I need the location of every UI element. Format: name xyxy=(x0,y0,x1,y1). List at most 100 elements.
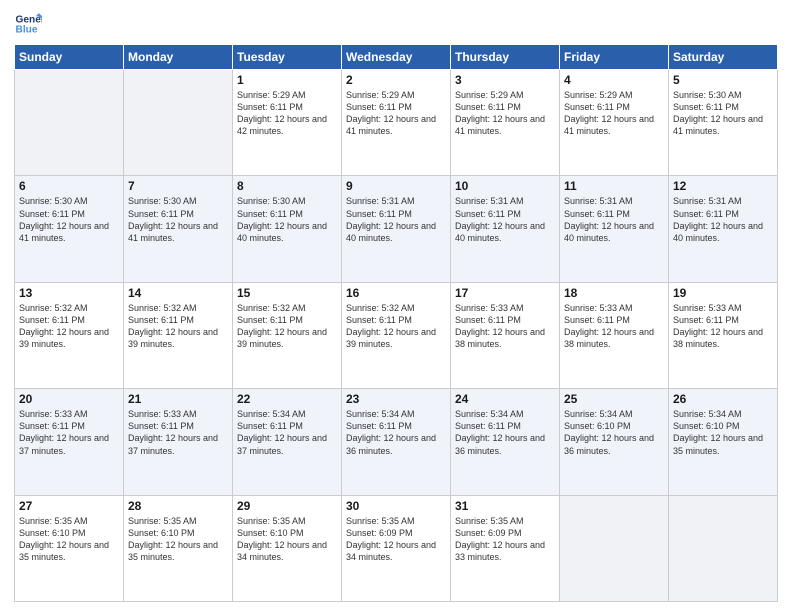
day-info: Sunrise: 5:30 AM Sunset: 6:11 PM Dayligh… xyxy=(128,195,228,244)
day-number: 27 xyxy=(19,499,119,513)
day-number: 10 xyxy=(455,179,555,193)
calendar-cell: 8 Sunrise: 5:30 AM Sunset: 6:11 PM Daylig… xyxy=(233,176,342,282)
calendar-cell: 10 Sunrise: 5:31 AM Sunset: 6:11 PM Dayli… xyxy=(451,176,560,282)
calendar-cell: 24 Sunrise: 5:34 AM Sunset: 6:11 PM Dayli… xyxy=(451,389,560,495)
logo: General Blue xyxy=(14,10,46,38)
day-number: 2 xyxy=(346,73,446,87)
day-number: 14 xyxy=(128,286,228,300)
day-number: 7 xyxy=(128,179,228,193)
day-info: Sunrise: 5:35 AM Sunset: 6:10 PM Dayligh… xyxy=(19,515,119,564)
day-number: 31 xyxy=(455,499,555,513)
day-info: Sunrise: 5:29 AM Sunset: 6:11 PM Dayligh… xyxy=(564,89,664,138)
calendar-cell: 17 Sunrise: 5:33 AM Sunset: 6:11 PM Dayli… xyxy=(451,282,560,388)
day-info: Sunrise: 5:32 AM Sunset: 6:11 PM Dayligh… xyxy=(128,302,228,351)
day-number: 4 xyxy=(564,73,664,87)
calendar-cell: 28 Sunrise: 5:35 AM Sunset: 6:10 PM Dayli… xyxy=(124,495,233,601)
calendar-cell: 9 Sunrise: 5:31 AM Sunset: 6:11 PM Daylig… xyxy=(342,176,451,282)
calendar-day-header: Thursday xyxy=(451,45,560,70)
calendar-cell: 18Sunrise: 5:33 AM Sunset: 6:11 PM Dayli… xyxy=(560,282,669,388)
day-number: 22 xyxy=(237,392,337,406)
day-info: Sunrise: 5:34 AM Sunset: 6:10 PM Dayligh… xyxy=(673,408,773,457)
day-info: Sunrise: 5:34 AM Sunset: 6:11 PM Dayligh… xyxy=(455,408,555,457)
calendar-cell: 1 Sunrise: 5:29 AM Sunset: 6:11 PM Daylig… xyxy=(233,70,342,176)
day-number: 21 xyxy=(128,392,228,406)
page: General Blue SundayMondayTuesdayWednesda… xyxy=(0,0,792,612)
day-info: Sunrise: 5:31 AM Sunset: 6:11 PM Dayligh… xyxy=(673,195,773,244)
day-number: 12 xyxy=(673,179,773,193)
logo-icon: General Blue xyxy=(14,10,42,38)
day-info: Sunrise: 5:35 AM Sunset: 6:09 PM Dayligh… xyxy=(455,515,555,564)
calendar-cell xyxy=(15,70,124,176)
day-number: 24 xyxy=(455,392,555,406)
day-number: 28 xyxy=(128,499,228,513)
day-info: Sunrise: 5:32 AM Sunset: 6:11 PM Dayligh… xyxy=(237,302,337,351)
calendar-table: SundayMondayTuesdayWednesdayThursdayFrid… xyxy=(14,44,778,602)
calendar-week-row: 20Sunrise: 5:33 AM Sunset: 6:11 PM Dayli… xyxy=(15,389,778,495)
calendar-cell: 13Sunrise: 5:32 AM Sunset: 6:11 PM Dayli… xyxy=(15,282,124,388)
header: General Blue xyxy=(14,10,778,38)
day-info: Sunrise: 5:35 AM Sunset: 6:10 PM Dayligh… xyxy=(128,515,228,564)
calendar-day-header: Sunday xyxy=(15,45,124,70)
day-info: Sunrise: 5:33 AM Sunset: 6:11 PM Dayligh… xyxy=(673,302,773,351)
calendar-cell: 14 Sunrise: 5:32 AM Sunset: 6:11 PM Dayli… xyxy=(124,282,233,388)
day-number: 20 xyxy=(19,392,119,406)
day-number: 8 xyxy=(237,179,337,193)
day-info: Sunrise: 5:34 AM Sunset: 6:10 PM Dayligh… xyxy=(564,408,664,457)
calendar-header-row: SundayMondayTuesdayWednesdayThursdayFrid… xyxy=(15,45,778,70)
day-number: 25 xyxy=(564,392,664,406)
calendar-cell: 12 Sunrise: 5:31 AM Sunset: 6:11 PM Dayli… xyxy=(669,176,778,282)
day-info: Sunrise: 5:29 AM Sunset: 6:11 PM Dayligh… xyxy=(455,89,555,138)
calendar-week-row: 13Sunrise: 5:32 AM Sunset: 6:11 PM Dayli… xyxy=(15,282,778,388)
day-info: Sunrise: 5:35 AM Sunset: 6:10 PM Dayligh… xyxy=(237,515,337,564)
day-info: Sunrise: 5:32 AM Sunset: 6:11 PM Dayligh… xyxy=(346,302,446,351)
calendar-cell xyxy=(560,495,669,601)
calendar-day-header: Saturday xyxy=(669,45,778,70)
day-info: Sunrise: 5:31 AM Sunset: 6:11 PM Dayligh… xyxy=(455,195,555,244)
calendar-cell: 2 Sunrise: 5:29 AM Sunset: 6:11 PM Daylig… xyxy=(342,70,451,176)
day-info: Sunrise: 5:34 AM Sunset: 6:11 PM Dayligh… xyxy=(346,408,446,457)
day-number: 6 xyxy=(19,179,119,193)
calendar-cell: 29 Sunrise: 5:35 AM Sunset: 6:10 PM Dayli… xyxy=(233,495,342,601)
svg-text:Blue: Blue xyxy=(16,25,38,36)
calendar-cell: 22 Sunrise: 5:34 AM Sunset: 6:11 PM Dayli… xyxy=(233,389,342,495)
calendar-cell xyxy=(669,495,778,601)
calendar-cell: 31 Sunrise: 5:35 AM Sunset: 6:09 PM Dayli… xyxy=(451,495,560,601)
day-info: Sunrise: 5:32 AM Sunset: 6:11 PM Dayligh… xyxy=(19,302,119,351)
day-number: 23 xyxy=(346,392,446,406)
calendar-cell: 25 Sunrise: 5:34 AM Sunset: 6:10 PM Dayli… xyxy=(560,389,669,495)
calendar-cell: 11 Sunrise: 5:31 AM Sunset: 6:11 PM Dayli… xyxy=(560,176,669,282)
day-info: Sunrise: 5:29 AM Sunset: 6:11 PM Dayligh… xyxy=(346,89,446,138)
day-number: 30 xyxy=(346,499,446,513)
day-number: 1 xyxy=(237,73,337,87)
calendar-cell: 26 Sunrise: 5:34 AM Sunset: 6:10 PM Dayli… xyxy=(669,389,778,495)
calendar-cell: 5 Sunrise: 5:30 AM Sunset: 6:11 PM Daylig… xyxy=(669,70,778,176)
day-info: Sunrise: 5:34 AM Sunset: 6:11 PM Dayligh… xyxy=(237,408,337,457)
calendar-cell: 7 Sunrise: 5:30 AM Sunset: 6:11 PM Daylig… xyxy=(124,176,233,282)
day-info: Sunrise: 5:29 AM Sunset: 6:11 PM Dayligh… xyxy=(237,89,337,138)
calendar-cell xyxy=(124,70,233,176)
calendar-cell: 20Sunrise: 5:33 AM Sunset: 6:11 PM Dayli… xyxy=(15,389,124,495)
day-number: 26 xyxy=(673,392,773,406)
calendar-cell: 6Sunrise: 5:30 AM Sunset: 6:11 PM Daylig… xyxy=(15,176,124,282)
calendar-cell: 4 Sunrise: 5:29 AM Sunset: 6:11 PM Daylig… xyxy=(560,70,669,176)
day-info: Sunrise: 5:30 AM Sunset: 6:11 PM Dayligh… xyxy=(673,89,773,138)
day-number: 9 xyxy=(346,179,446,193)
day-info: Sunrise: 5:35 AM Sunset: 6:09 PM Dayligh… xyxy=(346,515,446,564)
day-number: 19 xyxy=(673,286,773,300)
day-number: 29 xyxy=(237,499,337,513)
day-number: 16 xyxy=(346,286,446,300)
day-number: 3 xyxy=(455,73,555,87)
day-number: 5 xyxy=(673,73,773,87)
day-info: Sunrise: 5:31 AM Sunset: 6:11 PM Dayligh… xyxy=(346,195,446,244)
calendar-week-row: 1 Sunrise: 5:29 AM Sunset: 6:11 PM Daylig… xyxy=(15,70,778,176)
day-info: Sunrise: 5:33 AM Sunset: 6:11 PM Dayligh… xyxy=(455,302,555,351)
day-number: 11 xyxy=(564,179,664,193)
day-number: 18 xyxy=(564,286,664,300)
day-info: Sunrise: 5:31 AM Sunset: 6:11 PM Dayligh… xyxy=(564,195,664,244)
calendar-day-header: Friday xyxy=(560,45,669,70)
day-number: 15 xyxy=(237,286,337,300)
day-info: Sunrise: 5:30 AM Sunset: 6:11 PM Dayligh… xyxy=(237,195,337,244)
calendar-cell: 16 Sunrise: 5:32 AM Sunset: 6:11 PM Dayli… xyxy=(342,282,451,388)
calendar-cell: 23 Sunrise: 5:34 AM Sunset: 6:11 PM Dayli… xyxy=(342,389,451,495)
day-number: 17 xyxy=(455,286,555,300)
